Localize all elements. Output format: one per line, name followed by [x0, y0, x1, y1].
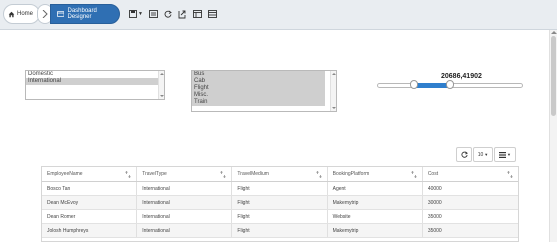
column-header-label: TravelType: [142, 171, 167, 177]
canvas-scrollbar[interactable]: [549, 30, 557, 242]
column-header-label: TravelMedium: [237, 171, 269, 177]
caret-down-icon: ▼: [507, 152, 511, 157]
caret-down-icon: ▼: [138, 11, 143, 17]
layout-icon: [207, 10, 217, 18]
sort-icon[interactable]: [507, 171, 513, 178]
chevron-right-icon: [42, 10, 48, 18]
table-cell: 35000: [427, 228, 442, 234]
layout-button[interactable]: [206, 8, 218, 20]
table-cell: Flight: [232, 196, 328, 209]
refresh-button[interactable]: [162, 8, 174, 20]
page-size-dropdown[interactable]: 10 ▼: [473, 147, 493, 162]
filter-icon: [148, 10, 158, 18]
table-row[interactable]: Jolosh Humphreys International Flight Makem…: [42, 224, 518, 238]
listbox-option[interactable]: Train: [192, 99, 325, 106]
column-header[interactable]: TravelMedium: [232, 167, 328, 181]
scroll-up-icon[interactable]: [332, 73, 336, 75]
dashboard-icon: [57, 11, 65, 17]
table-cell: Makemytrip: [328, 224, 423, 237]
grid-view-button[interactable]: [191, 8, 203, 20]
breadcrumb-home-label: Home: [17, 11, 34, 17]
table-cell: International: [137, 196, 233, 209]
scroll-down-icon[interactable]: [332, 107, 336, 109]
listbox-option[interactable]: Flight: [192, 85, 325, 92]
breadcrumb-home[interactable]: Home: [3, 4, 40, 24]
table-cell: 40000: [427, 186, 442, 192]
column-header-label: BookingPlatform: [332, 171, 370, 177]
table-cell: Makemytrip: [328, 196, 423, 209]
column-options-button[interactable]: ▼: [494, 147, 516, 162]
table-cell: Dean Romer: [42, 210, 138, 223]
save-icon: [129, 10, 137, 18]
caret-down-icon: ▼: [484, 152, 489, 157]
column-header[interactable]: EmployeeName: [42, 167, 138, 181]
listbox-option[interactable]: International: [26, 78, 164, 85]
table-cell: International: [137, 182, 233, 195]
table-cell: 30000: [427, 200, 442, 206]
scroll-up-icon[interactable]: [160, 73, 164, 75]
top-toolbar: Home Dashboard Designer ▼: [0, 0, 557, 30]
grid-header-row: EmployeeName TravelType TravelMedium Bookin…: [42, 167, 518, 182]
listbox-scrollbar[interactable]: [158, 71, 164, 99]
export-button[interactable]: [176, 8, 188, 20]
listbox-option[interactable]: Cab: [192, 78, 325, 85]
breadcrumb-active-label: Dashboard Designer: [67, 8, 97, 20]
column-header[interactable]: Cost: [423, 167, 518, 181]
column-header-label: Cost: [427, 171, 439, 177]
table-cell: Jolosh Humphreys: [42, 224, 138, 237]
range-value-label: 20686,41902: [441, 73, 482, 80]
breadcrumb-dashboard-designer[interactable]: Dashboard Designer: [50, 4, 120, 24]
listbox-option[interactable]: Misc.: [192, 92, 325, 99]
scroll-thumb[interactable]: [551, 36, 556, 116]
save-button[interactable]: ▼: [128, 8, 144, 20]
list-icon: [499, 151, 507, 158]
scroll-down-icon[interactable]: [160, 95, 164, 97]
export-icon: [178, 10, 186, 18]
grid-refresh-button[interactable]: [456, 147, 472, 162]
sort-icon[interactable]: [315, 171, 322, 178]
data-grid: EmployeeName TravelType TravelMedium Bookin…: [41, 166, 519, 242]
column-header-label: EmployeeName: [47, 171, 83, 177]
refresh-icon: [460, 151, 468, 158]
home-icon: [8, 11, 15, 17]
table-cell: Bosco Tan: [42, 182, 138, 195]
filter-button[interactable]: [147, 8, 159, 20]
table-cell: Agent: [328, 182, 423, 195]
table-row[interactable]: Bosco Tan International Flight Agent 40000: [42, 182, 518, 196]
listbox-option[interactable]: Bus: [192, 71, 325, 78]
page-size-value: 10: [477, 151, 484, 158]
table-row[interactable]: Dean McEvoy International Flight Makemytrip…: [42, 196, 518, 210]
travel-medium-listbox[interactable]: Bus Cab Flight Misc. Train: [191, 70, 337, 112]
listbox-option[interactable]: Domestic: [26, 71, 164, 78]
table-cell: Flight: [232, 224, 328, 237]
table-cell: Dean McEvoy: [42, 196, 138, 209]
table-row[interactable]: Dean Romer International Flight Website 3500…: [42, 210, 518, 224]
listbox-scrollbar[interactable]: [330, 71, 336, 111]
refresh-icon: [164, 10, 172, 18]
table-cell: International: [137, 224, 233, 237]
range-slider-handle-low[interactable]: [409, 80, 418, 89]
sort-icon[interactable]: [220, 171, 227, 178]
column-header[interactable]: TravelType: [137, 167, 233, 181]
sort-icon[interactable]: [411, 171, 417, 178]
grid-icon: [192, 10, 202, 18]
table-cell: Flight: [232, 182, 328, 195]
range-slider-handle-high[interactable]: [446, 80, 454, 89]
column-header[interactable]: BookingPlatform: [328, 167, 423, 181]
sort-icon[interactable]: [125, 171, 131, 178]
table-cell: Flight: [232, 210, 328, 223]
table-cell: International: [137, 210, 233, 223]
scroll-up-icon[interactable]: [551, 31, 557, 34]
travel-type-listbox[interactable]: Domestic International: [25, 70, 165, 100]
table-cell: Website: [328, 210, 423, 223]
table-cell: 35000: [427, 214, 442, 220]
